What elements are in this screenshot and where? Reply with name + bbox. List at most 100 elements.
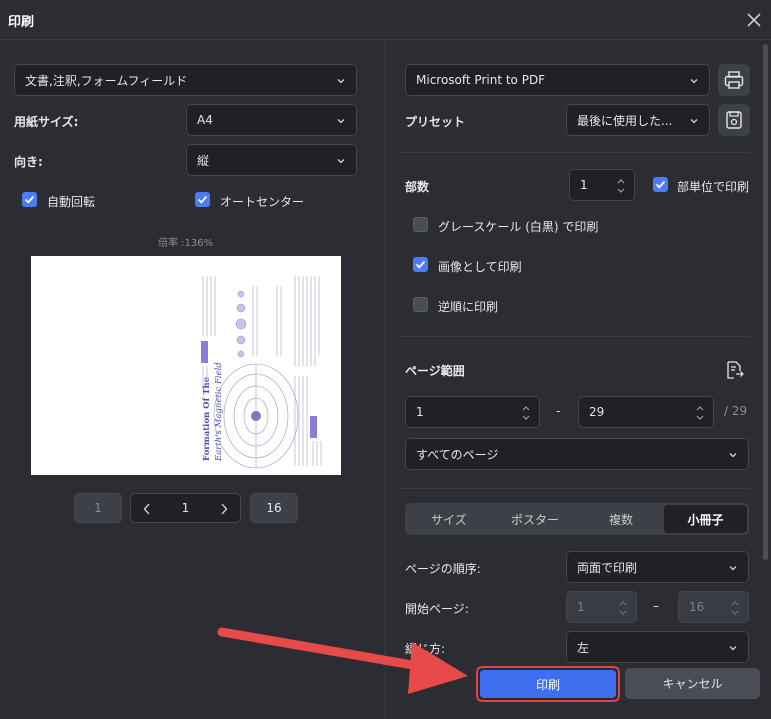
preview-title-1: Formation Of The [202, 376, 212, 461]
cancel-button[interactable]: キャンセル [625, 668, 760, 699]
last-page-button[interactable]: 16 [250, 493, 298, 523]
print-as-image-checkbox[interactable] [413, 257, 428, 272]
content-select[interactable]: 文書,注釈,フォームフィールド [14, 64, 357, 96]
range-to-input[interactable]: 29 [578, 396, 714, 428]
orientation-label: 向き: [14, 155, 43, 169]
check-icon [24, 195, 35, 204]
stepper-icon [619, 601, 627, 615]
chevron-down-icon [729, 646, 737, 651]
paper-size-value: A4 [197, 113, 213, 127]
content-select-value: 文書,注釈,フォームフィールド [25, 73, 188, 88]
orientation-select[interactable]: 縦 [186, 144, 357, 176]
stepper-icon[interactable] [521, 403, 531, 423]
copies-input[interactable]: 1 [569, 169, 635, 201]
paper-size-label: 用紙サイズ: [14, 115, 79, 129]
auto-rotate-label: 自動回転 [47, 195, 96, 209]
range-from-value: 1 [416, 405, 424, 419]
chevron-down-icon [337, 119, 345, 124]
stepper-icon [731, 601, 739, 615]
grayscale-label: グレースケール (白黒) で印刷 [438, 220, 599, 234]
start-from-value: 1 [577, 600, 585, 614]
auto-rotate-checkbox[interactable] [22, 192, 37, 207]
chevron-left-icon[interactable] [143, 503, 151, 515]
start-dash: – [653, 599, 659, 613]
close-icon[interactable] [744, 10, 764, 30]
binding-label: 綴じ方: [405, 642, 446, 656]
reverse-order-checkbox[interactable] [413, 297, 428, 312]
zoom-text: 倍率 :136% [158, 238, 214, 249]
collate-label: 部単位で印刷 [677, 180, 750, 194]
chevron-down-icon [729, 453, 737, 458]
preview-content: Formation Of The Earth's Magnetic Field [201, 276, 322, 469]
binding-value: 左 [577, 640, 590, 655]
range-select[interactable]: すべてのページ [405, 438, 749, 470]
current-page[interactable]: 1 [182, 501, 190, 515]
grayscale-checkbox[interactable] [413, 217, 428, 232]
section-divider [398, 336, 751, 337]
print-preview: Formation Of The Earth's Magnetic Field [31, 256, 341, 475]
stepper-icon[interactable] [616, 176, 626, 196]
page-range-icon[interactable] [723, 359, 745, 381]
section-divider [398, 152, 751, 153]
title-bar: 印刷 [0, 0, 771, 40]
copies-value: 1 [580, 178, 588, 192]
preset-value: 最後に使用した... [577, 113, 673, 128]
panel-divider [385, 40, 386, 719]
start-from-input[interactable]: 1 [566, 591, 637, 623]
stepper-icon[interactable] [695, 403, 705, 423]
save-preset-button[interactable] [718, 104, 750, 136]
page-order-value: 両面で印刷 [577, 560, 638, 575]
check-icon [197, 195, 208, 204]
range-to-value: 29 [589, 405, 605, 419]
scrollbar[interactable] [763, 44, 768, 560]
tab-size[interactable]: サイズ [407, 505, 491, 533]
check-icon [655, 180, 666, 189]
first-page-button[interactable]: 1 [74, 493, 122, 523]
print-as-image-label: 画像として印刷 [438, 260, 522, 274]
chevron-down-icon [337, 159, 345, 164]
printer-value: Microsoft Print to PDF [416, 73, 546, 87]
section-divider [398, 488, 751, 489]
page-order-select[interactable]: 両面で印刷 [566, 551, 749, 583]
first-page-label: 1 [94, 501, 102, 515]
save-icon [726, 111, 742, 129]
binding-select[interactable]: 左 [566, 631, 749, 663]
orientation-value: 縦 [197, 153, 210, 168]
preset-select[interactable]: 最後に使用した... [566, 104, 710, 136]
check-icon [415, 260, 426, 269]
page-navigator[interactable]: 1 [130, 493, 241, 523]
paper-size-select[interactable]: A4 [186, 104, 357, 136]
last-page-label: 16 [266, 501, 282, 515]
printer-select[interactable]: Microsoft Print to PDF [405, 64, 710, 96]
chevron-right-icon[interactable] [220, 503, 228, 515]
printer-properties-button[interactable] [718, 64, 750, 96]
start-to-value: 16 [689, 600, 705, 614]
preset-label: プリセット [405, 115, 466, 129]
chevron-down-icon [690, 79, 698, 84]
print-button[interactable]: 印刷 [476, 666, 620, 702]
cancel-button-label: キャンセル [662, 677, 723, 691]
print-button-label: 印刷 [535, 677, 560, 692]
collate-checkbox[interactable] [653, 177, 668, 192]
auto-center-checkbox[interactable] [195, 192, 210, 207]
chevron-down-icon [729, 566, 737, 571]
range-select-value: すべてのページ [416, 447, 499, 462]
start-to-input[interactable]: 16 [678, 591, 749, 623]
layout-tabs: サイズ ポスター 複数 小冊子 [405, 503, 749, 535]
tab-poster[interactable]: ポスター [493, 505, 577, 533]
start-page-label: 開始ページ: [405, 602, 469, 616]
range-from-input[interactable]: 1 [405, 396, 540, 428]
range-dash: - [556, 404, 561, 418]
range-total: / 29 [724, 404, 748, 418]
page-order-label: ページの順序: [405, 562, 481, 576]
tab-booklet[interactable]: 小冊子 [664, 505, 747, 533]
copies-label: 部数 [405, 180, 430, 194]
tab-multiple[interactable]: 複数 [579, 505, 663, 533]
auto-center-label: オートセンター [220, 195, 305, 209]
dialog-title: 印刷 [8, 15, 35, 30]
page-range-label: ページ範囲 [405, 364, 465, 378]
chevron-down-icon [337, 79, 345, 84]
reverse-order-label: 逆順に印刷 [438, 300, 499, 314]
printer-icon [724, 71, 744, 89]
chevron-down-icon [690, 119, 698, 124]
